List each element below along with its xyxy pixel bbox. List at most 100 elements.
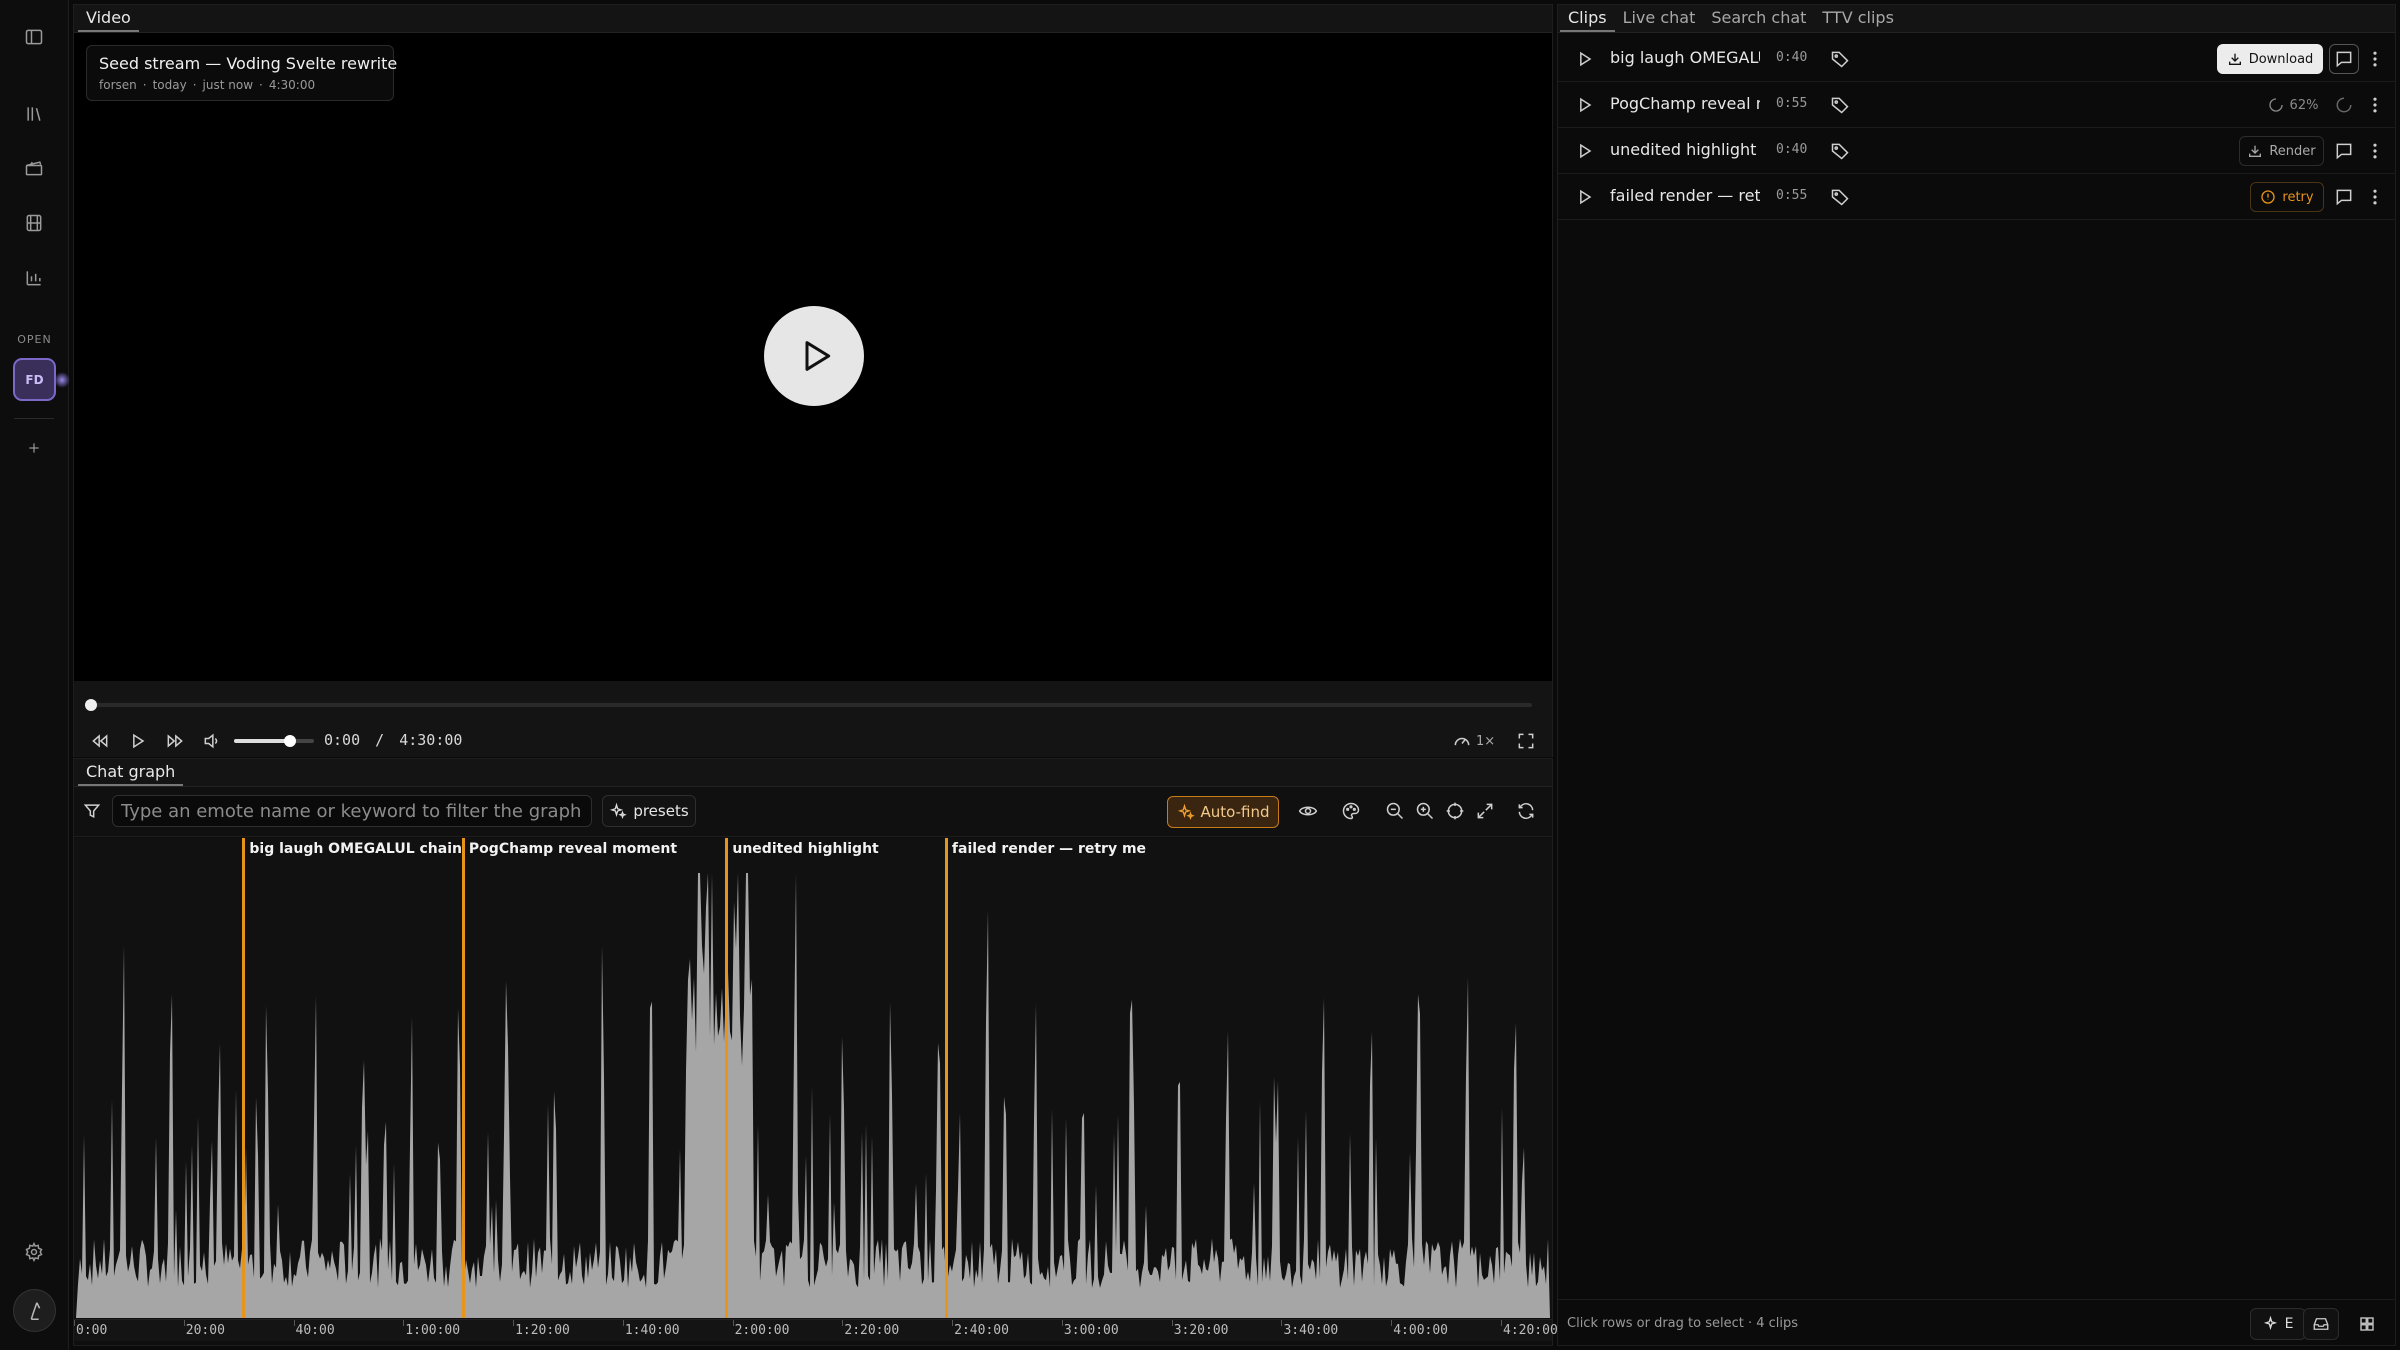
tag-icon[interactable] [1828, 139, 1852, 163]
retry-button[interactable]: retry [2250, 182, 2324, 212]
clapperboard-icon[interactable] [14, 148, 54, 188]
clip-duration: 0:55 [1776, 188, 1808, 203]
spinner-icon [2268, 98, 2283, 112]
chat-activity-plot[interactable]: big laugh OMEGALUL chain PogChamp reveal … [74, 838, 1552, 1318]
more-vertical-icon[interactable] [2365, 44, 2385, 74]
play-icon[interactable] [1574, 186, 1596, 208]
download-icon [2249, 145, 2262, 157]
user-avatar[interactable] [13, 1289, 56, 1332]
play-icon[interactable] [1574, 48, 1596, 70]
clip-row[interactable]: PogChamp reveal moment 0:55 62% [1558, 82, 2395, 128]
sparkles-icon [610, 802, 628, 819]
expand-icon[interactable] [1473, 799, 1497, 823]
time-total: 4:30:00 [399, 731, 463, 749]
export-button[interactable]: E [2250, 1308, 2306, 1340]
clips-tabbar: Clips Live chat Search chat TTV clips [1558, 5, 2395, 33]
x-tick-label: 4:20:00 [1501, 1320, 1558, 1338]
inbox-icon[interactable] [2303, 1308, 2339, 1340]
fast-forward-icon[interactable] [163, 729, 187, 753]
tag-icon[interactable] [1828, 185, 1852, 209]
tab-ttv-clips[interactable]: TTV clips [1814, 8, 1901, 32]
sparkles-icon [1177, 803, 1195, 820]
x-tick-label: 20:00 [183, 1320, 225, 1338]
chat-bubble-icon[interactable] [2329, 182, 2359, 212]
zoom-in-icon[interactable] [1413, 799, 1437, 823]
tab-video[interactable]: Video [78, 8, 139, 32]
play-icon[interactable] [1574, 94, 1596, 116]
auto-find-button[interactable]: Auto-find [1167, 796, 1279, 828]
stream-channel: forsen [99, 78, 137, 92]
graph-toolbar: presets Auto-find [74, 787, 1552, 837]
filter-icon [80, 799, 104, 823]
fullscreen-icon[interactable] [1514, 729, 1538, 753]
volume-level [234, 739, 290, 743]
toggle-sidebar-icon[interactable] [14, 17, 54, 57]
x-tick-label: 3:00:00 [1061, 1320, 1119, 1338]
download-icon [2228, 53, 2241, 65]
refresh-icon[interactable] [1514, 799, 1538, 823]
tag-icon[interactable] [1828, 93, 1852, 117]
more-vertical-icon[interactable] [2365, 182, 2385, 212]
clip-marker[interactable] [725, 838, 729, 1318]
download-button[interactable]: Download [2217, 44, 2323, 74]
stream-title-card: Seed stream — Voding Svelte rewrite fors… [86, 45, 397, 101]
clip-title: PogChamp reveal moment [1610, 94, 1760, 113]
eye-icon[interactable] [1296, 799, 1320, 823]
x-tick-label: 3:20:00 [1171, 1320, 1229, 1338]
library-icon[interactable] [14, 94, 54, 134]
clip-marker[interactable] [461, 838, 465, 1318]
chat-bubble-icon[interactable] [2329, 136, 2359, 166]
plus-icon[interactable] [14, 428, 54, 468]
clip-row[interactable]: big laugh OMEGALUL chain 0:40 Download [1558, 36, 2395, 82]
more-vertical-icon[interactable] [2365, 90, 2385, 120]
tag-icon[interactable] [1828, 47, 1852, 71]
gear-icon[interactable] [14, 1232, 54, 1272]
volume-icon[interactable] [200, 729, 224, 753]
clip-marker[interactable] [242, 838, 246, 1318]
x-tick-label: 4:00:00 [1391, 1320, 1449, 1338]
more-vertical-icon[interactable] [2365, 136, 2385, 166]
big-play-button[interactable] [764, 306, 864, 406]
clips-panel: Clips Live chat Search chat TTV clips bi… [1557, 4, 2396, 1346]
chat-bubble-icon[interactable] [2329, 44, 2359, 74]
rail-divider [14, 418, 54, 419]
chat-activity-graph [74, 873, 1552, 1318]
bar-chart-icon[interactable] [14, 258, 54, 298]
rewind-icon[interactable] [88, 729, 112, 753]
play-pause-icon[interactable] [126, 729, 150, 753]
clip-marker[interactable] [944, 838, 948, 1318]
crosshair-icon[interactable] [1443, 799, 1467, 823]
tab-chat-graph[interactable]: Chat graph [78, 762, 184, 786]
playback-speed[interactable]: 1× [1452, 731, 1495, 751]
presets-button[interactable]: presets [602, 795, 696, 827]
palette-icon[interactable] [1339, 799, 1363, 823]
volume-handle[interactable] [284, 735, 296, 747]
clip-title: unedited highlight [1610, 140, 1757, 159]
clip-row[interactable]: unedited highlight 0:40 Render [1558, 128, 2395, 174]
gauge-icon [1454, 737, 1470, 746]
clip-duration: 0:40 [1776, 142, 1808, 157]
volume-slider[interactable] [234, 735, 314, 747]
clip-row[interactable]: failed render — retry me 0:55 retry [1558, 174, 2395, 220]
render-button[interactable]: Render [2239, 136, 2324, 166]
tab-search-chat[interactable]: Search chat [1703, 8, 1814, 32]
sparkles-icon [2263, 1315, 2277, 1331]
film-icon[interactable] [14, 203, 54, 243]
seek-bar[interactable] [85, 699, 1532, 711]
open-project-tile[interactable]: FD [13, 358, 56, 401]
grid-icon[interactable] [2349, 1308, 2385, 1340]
tab-live-chat[interactable]: Live chat [1615, 8, 1704, 32]
chat-activity-area [74, 873, 1552, 1318]
seek-handle[interactable] [85, 699, 97, 711]
active-indicator [54, 372, 70, 388]
zoom-out-icon[interactable] [1383, 799, 1407, 823]
graph-filter-input[interactable] [112, 795, 592, 827]
tab-clips[interactable]: Clips [1560, 8, 1615, 32]
x-tick-label: 1:40:00 [622, 1320, 680, 1338]
open-section-label: OPEN [17, 333, 52, 346]
clip-duration: 0:55 [1776, 96, 1808, 111]
clip-marker-label: failed render — retry me [951, 841, 1147, 857]
chat-graph-panel: Chat graph presets Auto-find [73, 758, 1558, 1346]
play-icon[interactable] [1574, 140, 1596, 162]
stream-duration: 4:30:00 [268, 78, 316, 92]
